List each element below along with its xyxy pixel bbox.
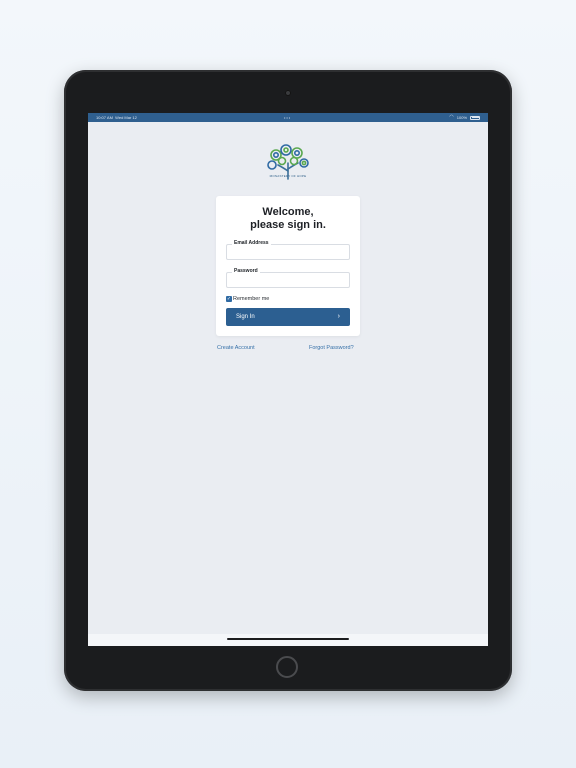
forgot-password-link[interactable]: Forgot Password?: [309, 345, 354, 351]
password-field-group: Password: [226, 268, 350, 288]
multitasking-dots[interactable]: •••: [284, 113, 291, 122]
wifi-icon: ◠: [449, 114, 454, 120]
status-time: 10:07 AM: [96, 115, 113, 120]
home-button[interactable]: [276, 656, 298, 678]
remember-me-label: Remember me: [233, 296, 270, 302]
bottom-safe-area: [88, 634, 488, 646]
app-screen: 10:07 AM Wed Mar 12 ••• ◠ 100% MONASTERY…: [88, 113, 488, 646]
battery-icon: [470, 115, 480, 120]
remember-me-row[interactable]: ✓ Remember me: [226, 296, 269, 302]
email-label: Email Address: [232, 240, 271, 247]
signin-card: Welcome, please sign in. Email Address P…: [216, 196, 360, 336]
page-title: Welcome, please sign in.: [250, 206, 326, 231]
ipad-device-frame: 10:07 AM Wed Mar 12 ••• ◠ 100% MONASTERY…: [64, 70, 512, 691]
home-indicator[interactable]: [227, 638, 349, 640]
chevron-right-icon: ›: [337, 313, 340, 320]
create-account-link[interactable]: Create Account: [217, 345, 255, 351]
page-background: 10:07 AM Wed Mar 12 ••• ◠ 100% MONASTERY…: [0, 0, 576, 768]
front-camera: [285, 90, 291, 96]
battery-percent: 100%: [456, 115, 467, 120]
logo-caption: MONASTERY OF HOPE: [269, 174, 307, 178]
email-field-group: Email Address: [226, 240, 350, 260]
status-date: Wed Mar 12: [115, 115, 137, 120]
status-bar: 10:07 AM Wed Mar 12 ••• ◠ 100%: [88, 113, 488, 122]
password-label: Password: [232, 268, 260, 275]
remember-me-checkbox[interactable]: ✓: [226, 296, 232, 302]
sign-in-label: Sign In: [236, 314, 255, 320]
sign-in-button[interactable]: Sign In ›: [226, 308, 350, 326]
